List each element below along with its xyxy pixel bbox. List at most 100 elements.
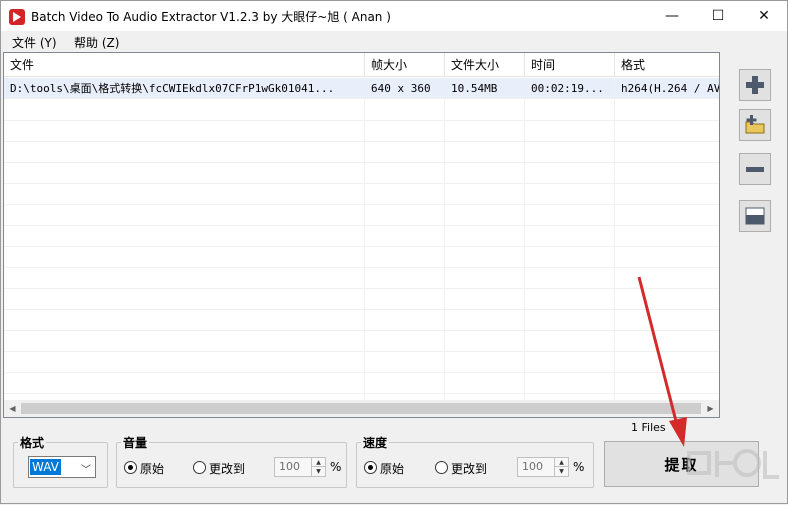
speed-spin-buttons: ▲ ▼ [554,458,568,476]
empty-cell [4,163,365,184]
empty-cell [525,373,615,394]
empty-cell [365,268,445,289]
empty-cell [365,121,445,142]
empty-cell [525,310,615,331]
empty-cell [615,268,719,289]
empty-cell [615,331,719,352]
speed-spinner[interactable]: 100 ▲ ▼ [517,457,569,477]
empty-cell [525,352,615,373]
empty-cell [525,205,615,226]
empty-cell [4,121,365,142]
empty-cell [615,226,719,247]
empty-cell [445,142,525,163]
empty-cell [4,310,365,331]
format-select[interactable]: WAV ﹀ [28,456,96,478]
empty-cell [525,289,615,310]
cell-file: D:\tools\桌面\格式转换\fcCWIEkdlx07CFrP1wGk010… [4,78,365,99]
empty-table-row [4,352,719,373]
empty-cell [365,100,445,121]
empty-cell [445,184,525,205]
column-header-time[interactable]: 时间 [525,53,615,77]
empty-cell [445,352,525,373]
empty-cell [445,289,525,310]
empty-cell [445,310,525,331]
empty-cell [445,100,525,121]
title-bar: Batch Video To Audio Extractor V1.2.3 by… [1,1,787,31]
volume-spinner[interactable]: 100 ▲ ▼ [274,457,326,477]
empty-cell [365,205,445,226]
empty-cell [615,289,719,310]
empty-cell [445,268,525,289]
empty-cell [525,121,615,142]
files-count: 1 Files [631,421,666,434]
empty-cell [445,247,525,268]
speed-original-label[interactable]: 原始 [380,460,404,477]
speed-change-label[interactable]: 更改到 [451,460,487,477]
empty-cell [525,100,615,121]
scroll-left-icon[interactable]: ◀ [4,400,21,417]
spin-up-icon[interactable]: ▲ [312,458,325,467]
empty-cell [365,226,445,247]
minus-icon [746,167,764,172]
menu-help[interactable]: 帮助 (Z) [74,34,119,51]
spin-down-icon[interactable]: ▼ [555,467,568,476]
spin-down-icon[interactable]: ▼ [312,467,325,476]
close-button[interactable]: ✕ [741,1,787,31]
file-list[interactable]: 文件 帧大小 文件大小 时间 格式 D:\tools\桌面\格式转换\fcCWI… [3,52,720,418]
volume-original-label[interactable]: 原始 [140,460,164,477]
empty-cell [525,184,615,205]
remove-file-button[interactable] [739,153,771,185]
speed-group-label: 速度 [361,434,390,451]
empty-cell [365,310,445,331]
empty-cell [365,247,445,268]
empty-cell [4,184,365,205]
empty-cell [445,331,525,352]
add-folder-button[interactable] [739,109,771,141]
maximize-button[interactable]: ☐ [695,1,741,31]
empty-cell [615,205,719,226]
extract-button[interactable]: 提取 [604,441,759,487]
scroll-right-icon[interactable]: ▶ [702,400,719,417]
column-header-frame-size[interactable]: 帧大小 [365,53,445,77]
clear-list-button[interactable] [739,200,771,232]
empty-cell [365,352,445,373]
horizontal-scrollbar[interactable]: ◀ ▶ [4,400,719,417]
scroll-thumb[interactable] [21,403,701,414]
empty-cell [445,121,525,142]
cell-frame-size: 640 x 360 [365,78,445,99]
volume-change-label[interactable]: 更改到 [209,460,245,477]
cell-time: 00:02:19... [525,78,615,99]
empty-cell [615,352,719,373]
menu-file[interactable]: 文件 (Y) [12,34,57,51]
empty-cell [4,142,365,163]
menu-bar: 文件 (Y) 帮助 (Z) [1,31,787,51]
empty-cell [445,226,525,247]
volume-original-radio[interactable] [124,461,137,474]
volume-change-radio[interactable] [193,461,206,474]
minimize-button[interactable]: — [649,1,695,31]
empty-table-row [4,226,719,247]
speed-change-radio[interactable] [435,461,448,474]
empty-cell [4,373,365,394]
plus-icon [746,76,764,94]
add-file-button[interactable] [739,69,771,101]
volume-spin-buttons: ▲ ▼ [311,458,325,476]
volume-unit: % [330,460,342,474]
empty-cell [365,289,445,310]
empty-cell [445,205,525,226]
empty-cell [4,226,365,247]
table-row[interactable]: D:\tools\桌面\格式转换\fcCWIEkdlx07CFrP1wGk010… [4,78,719,99]
empty-cell [525,268,615,289]
column-header-file[interactable]: 文件 [4,53,365,77]
column-header-file-size[interactable]: 文件大小 [445,53,525,77]
empty-table-row [4,289,719,310]
spin-up-icon[interactable]: ▲ [555,458,568,467]
empty-table-row [4,184,719,205]
empty-cell [365,331,445,352]
speed-original-radio[interactable] [364,461,377,474]
empty-cell [615,247,719,268]
empty-cell [615,142,719,163]
column-header-format[interactable]: 格式 [615,53,719,77]
empty-cell [4,100,365,121]
empty-cell [4,352,365,373]
